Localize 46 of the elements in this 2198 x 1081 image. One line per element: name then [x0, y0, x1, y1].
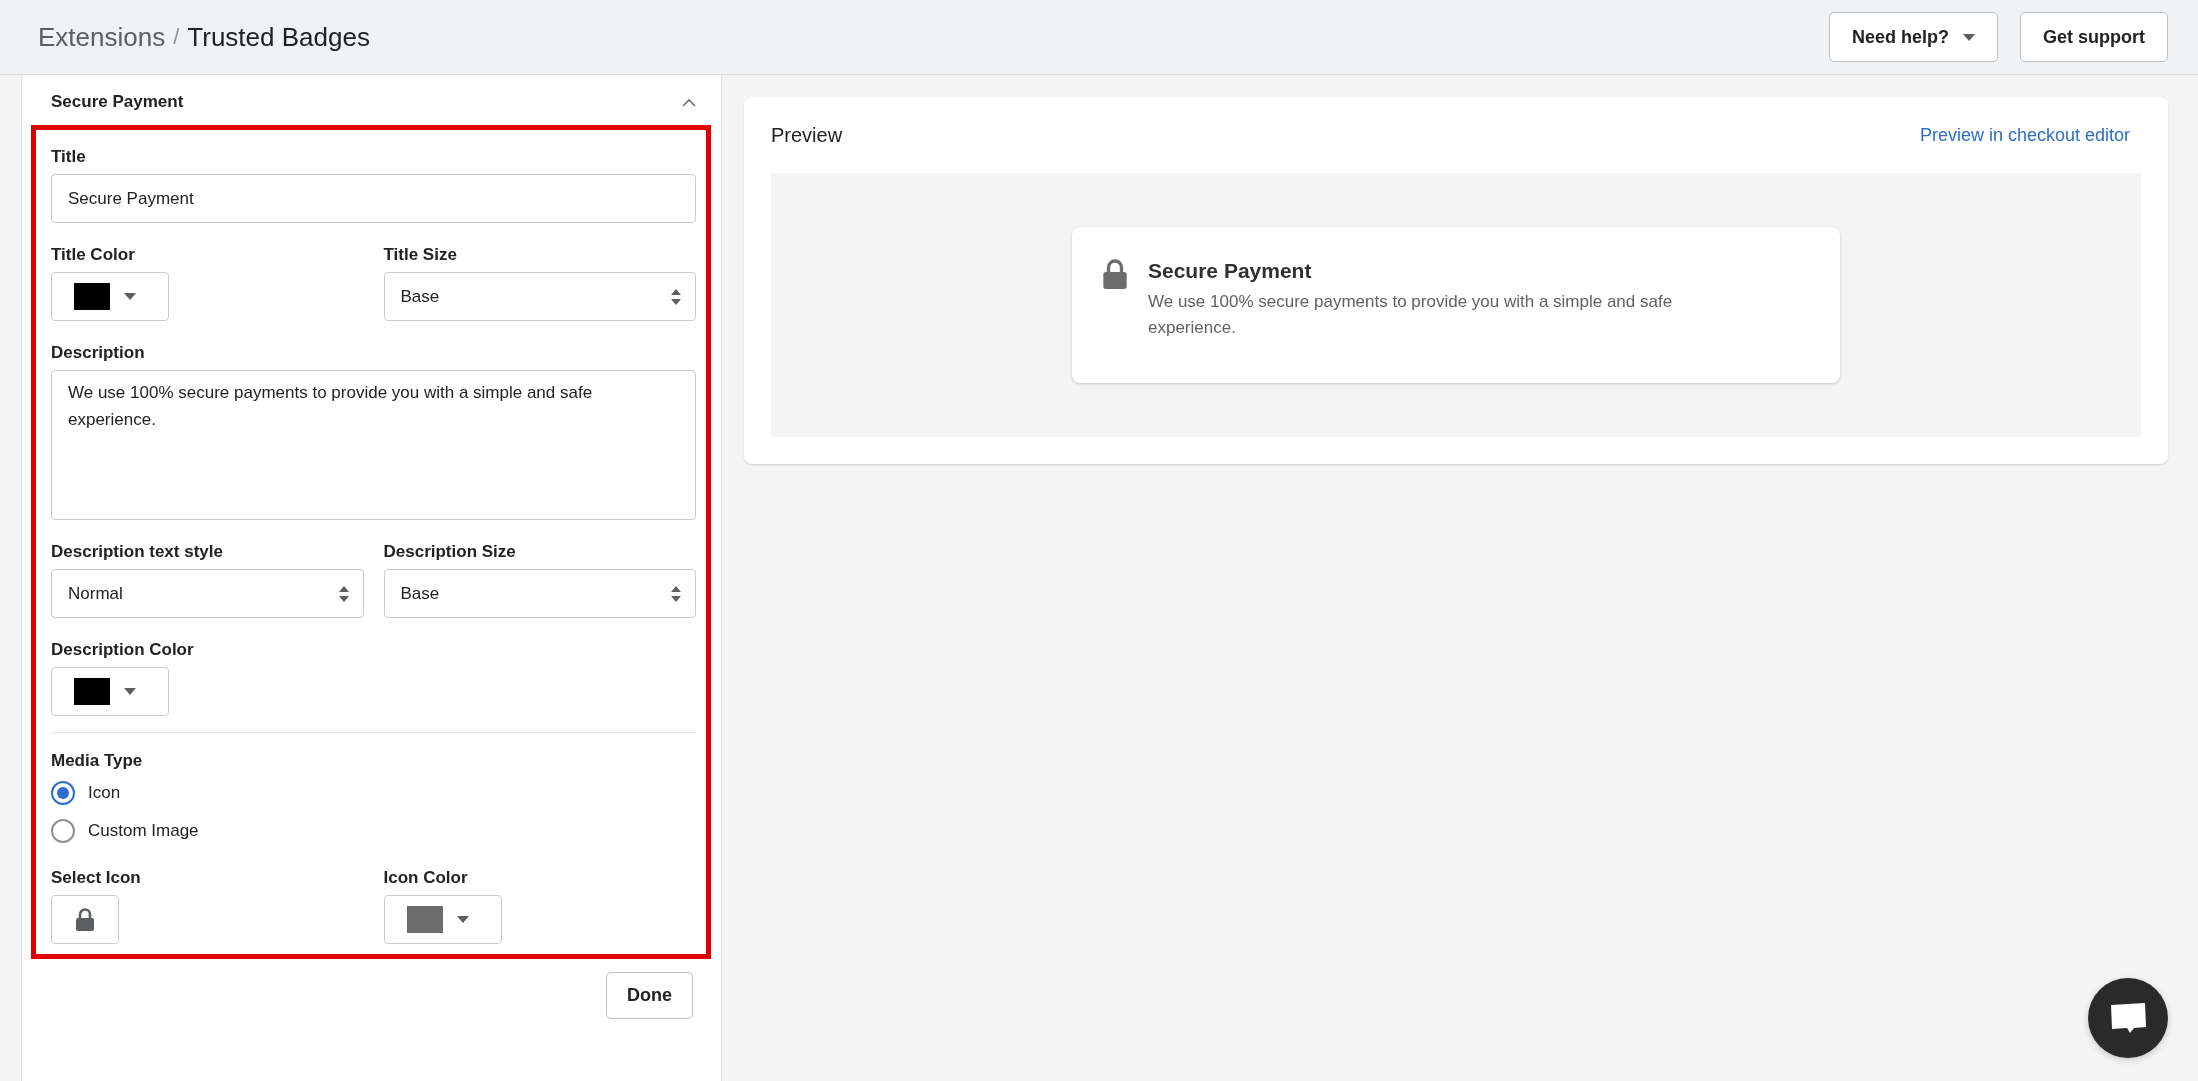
support-button[interactable]: Get support	[2020, 12, 2168, 62]
chat-icon	[2109, 1001, 2147, 1035]
select-field[interactable]: Normal	[51, 569, 364, 618]
select-arrows-icon	[338, 585, 349, 602]
select-arrows-icon	[671, 288, 681, 305]
title-input[interactable]: Secure Payment	[51, 174, 696, 223]
field-label: Icon Color	[383, 868, 469, 888]
badge-title: Secure Payment	[1148, 259, 1313, 283]
preview-title: Preview	[771, 124, 843, 147]
section-title: Secure Payment	[51, 92, 184, 112]
radio-button[interactable]	[51, 781, 75, 805]
checkout-editor-link[interactable]: Preview in checkout editor	[1919, 125, 2130, 146]
caret-icon	[124, 293, 136, 300]
breadcrumb-separator: /	[173, 24, 180, 50]
select-field[interactable]: Base	[383, 569, 696, 618]
field-label: Description text style	[51, 542, 224, 562]
field-label: Title Color	[51, 245, 136, 265]
lock-icon	[75, 908, 95, 931]
field-label: Select Icon	[51, 868, 142, 888]
field-label: Media Type	[51, 751, 144, 771]
field-label: Description Size	[383, 542, 517, 562]
select-field[interactable]: Base	[383, 272, 696, 321]
field-label: Description	[51, 343, 146, 363]
breadcrumb-link[interactable]: Extensions	[38, 21, 166, 53]
caret-icon	[456, 916, 469, 923]
icon-picker-button[interactable]	[51, 895, 119, 944]
help-dropdown-button[interactable]: Need help?	[1829, 12, 1998, 62]
select-arrows-icon	[671, 585, 681, 602]
color-picker-button[interactable]	[51, 667, 169, 716]
field-label: Title Size	[383, 245, 458, 265]
radio-label: Custom Image	[88, 821, 199, 841]
radio-button[interactable]	[51, 819, 75, 843]
description-textarea[interactable]: We use 100% secure payments to provide you with a simple and safe experience.	[51, 370, 696, 520]
badge-description: We use 100% secure payments to provide you with a simple and safe experience.	[1148, 291, 1674, 340]
lock-icon	[1102, 259, 1128, 289]
field-label: Description Color	[51, 640, 195, 660]
color-picker-button[interactable]	[383, 895, 502, 944]
caret-icon	[1963, 33, 1975, 41]
page-title: Trusted Badges	[187, 21, 370, 53]
done-button[interactable]: Done	[606, 972, 693, 1019]
chevron-icon[interactable]	[682, 97, 696, 107]
radio-label: Icon	[88, 783, 121, 803]
field-label: Title	[51, 147, 87, 167]
caret-icon	[124, 688, 136, 695]
color-picker-button[interactable]	[51, 272, 169, 321]
chat-button[interactable]	[2088, 978, 2168, 1058]
